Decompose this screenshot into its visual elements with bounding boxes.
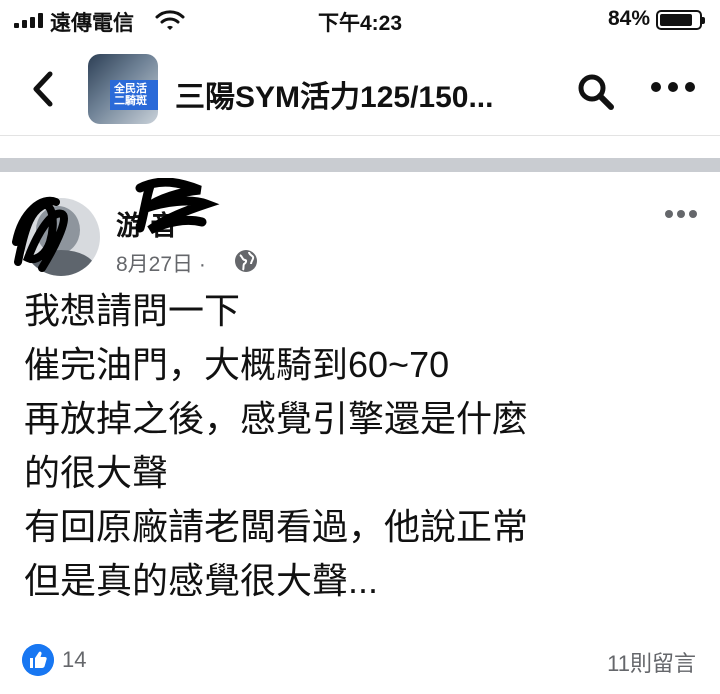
date-separator: · xyxy=(198,253,206,276)
post-body-line: 催完油門，大概騎到60~70 xyxy=(24,344,450,385)
post-body-line: 但是真的感覺很大聲... xyxy=(24,560,379,601)
battery-level-fill xyxy=(660,14,692,26)
post-body-line: 的很大聲 xyxy=(24,452,169,493)
comment-count[interactable]: 11則留言 xyxy=(607,646,696,678)
status-bar: 遠傳電信 下午4:23 84% xyxy=(0,0,720,40)
post-date[interactable]: 8月27日 · xyxy=(116,248,206,278)
globe-privacy-icon xyxy=(235,250,257,272)
section-divider xyxy=(0,158,720,172)
group-title[interactable]: 三陽SYM活力125/150... xyxy=(175,72,535,116)
post-date-text: 8月27日 xyxy=(116,253,194,276)
group-avatar-text: 全民活 二騎斑 xyxy=(114,83,147,107)
group-nav-bar: 全民活 二騎斑 三陽SYM活力125/150... xyxy=(0,44,720,136)
reaction-count[interactable]: 14 xyxy=(62,647,86,673)
post-body-line: 再放掉之後，感覺引擎還是什麼 xyxy=(24,398,529,439)
like-reaction-icon[interactable] xyxy=(22,644,54,676)
redaction-scribble-avatar xyxy=(12,196,68,272)
post-body: 我想請問一下 催完油門，大概騎到60~70 再放掉之後，感覺引擎還是什麼 的很大… xyxy=(24,284,714,608)
search-icon[interactable] xyxy=(576,72,616,112)
more-options-icon[interactable] xyxy=(650,80,696,94)
facebook-group-post-screen: 遠傳電信 下午4:23 84% 全民活 二騎斑 三陽SYM活力125/150... xyxy=(0,0,720,694)
back-chevron-icon[interactable] xyxy=(28,70,58,108)
post-body-line: 我想請問一下 xyxy=(24,290,241,331)
post-more-options-icon[interactable] xyxy=(664,208,698,220)
redaction-scribble-name xyxy=(135,178,220,235)
battery-icon xyxy=(656,10,705,30)
post-body-line: 有回原廠請老闆看過，他說正常 xyxy=(24,506,529,547)
battery-percentage: 84% xyxy=(607,7,650,30)
group-avatar[interactable]: 全民活 二騎斑 xyxy=(88,54,158,124)
